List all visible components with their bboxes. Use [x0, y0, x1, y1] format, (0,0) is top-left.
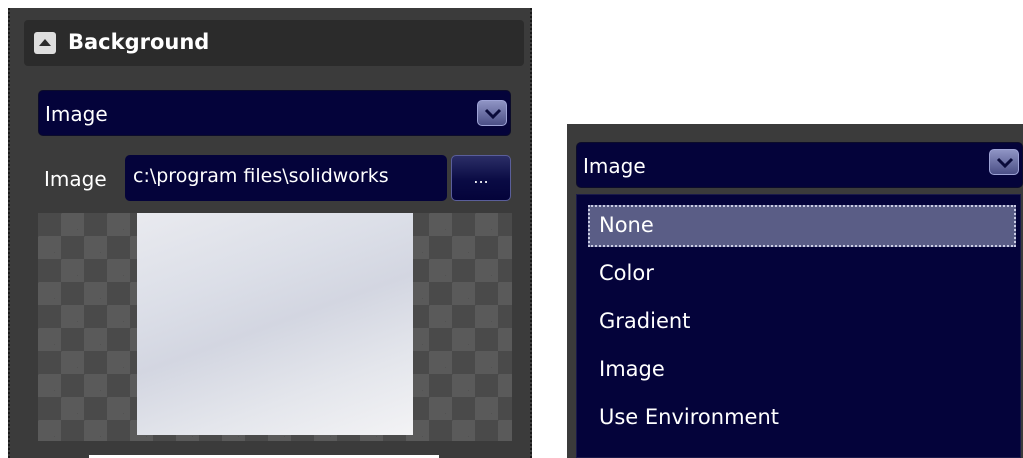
option-image[interactable]: Image [588, 349, 1016, 391]
chevron-down-icon[interactable] [989, 149, 1019, 175]
background-type-dropdown-panel: Image None Color Gradient Image Use Envi… [567, 124, 1023, 458]
selected-value: Image [583, 154, 646, 178]
option-none[interactable]: None [588, 205, 1016, 247]
image-path-field[interactable]: c:\program files\solidworks [125, 155, 447, 201]
option-color[interactable]: Color [588, 253, 1016, 295]
image-preview-area [38, 213, 512, 441]
dropdown-option-list: None Color Gradient Image Use Environmen… [576, 194, 1021, 458]
background-properties-panel: Background Image Image c:\program files\… [8, 8, 532, 458]
background-type-value: Image [45, 102, 108, 126]
chevron-down-icon[interactable] [477, 100, 507, 126]
collapse-up-icon[interactable] [34, 32, 56, 54]
background-type-select-open[interactable]: Image [576, 142, 1023, 188]
option-use-environment[interactable]: Use Environment [588, 397, 1016, 439]
browse-button[interactable]: ... [451, 155, 511, 201]
section-header-background[interactable]: Background [24, 20, 524, 66]
section-title: Background [68, 30, 210, 54]
background-image-preview [137, 213, 413, 435]
background-type-select[interactable]: Image [38, 90, 511, 136]
option-gradient[interactable]: Gradient [588, 301, 1016, 343]
image-field-label: Image [44, 167, 107, 191]
